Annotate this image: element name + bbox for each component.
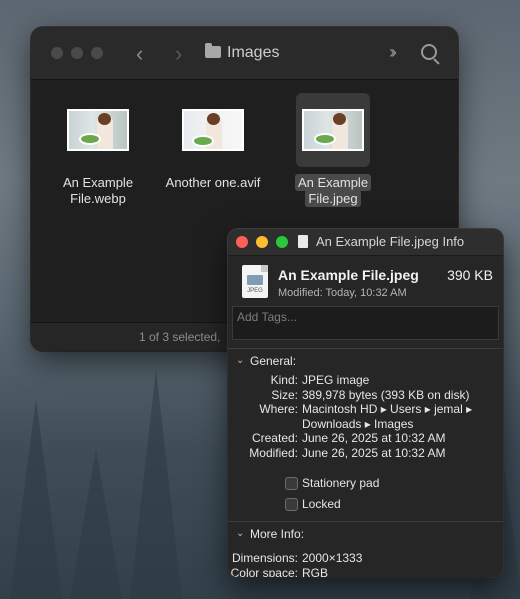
file-name: An Example File.jpeg [278,174,388,207]
forward-chevron-icon[interactable]: › [175,41,182,67]
more-info-section: ⌄ More Info: Dimensions: 2000×1333 Color … [228,521,503,577]
info-window-title: An Example File.jpeg Info [316,234,465,249]
file-name: Another one.avif [165,175,261,190]
info-titlebar: An Example File.jpeg Info [228,229,503,256]
file-item[interactable]: Another one.avif [158,93,268,191]
zoom-button[interactable] [91,47,103,59]
file-size: 390 KB [447,267,493,283]
locked-checkbox[interactable]: Locked [228,495,503,516]
tags-input[interactable] [233,307,498,339]
general-section: ⌄ General: Kind: JPEG image Size: 389,978 … [228,348,503,521]
document-icon [298,235,308,248]
selection-status: 1 of 3 selected, [139,330,221,344]
file-name: An Example File.jpeg [278,267,419,283]
search-icon[interactable] [421,44,437,60]
close-button[interactable] [51,47,63,59]
finder-title: Images [227,44,280,61]
jpeg-document-icon: JPEG [242,265,268,298]
where-row-continued: Downloads ▸ Images [302,416,414,431]
file-thumbnail [61,93,135,167]
file-name: An Example File.webp [62,175,134,206]
file-thumbnail [296,93,370,167]
colorspace-row: Color space: RGB [230,565,329,578]
general-disclosure[interactable]: ⌄ General: [228,349,503,373]
background-tree [10,399,62,599]
file-thumbnail [176,93,250,167]
info-header: JPEG An Example File.jpeg 390 KB Modifie… [228,256,503,306]
file-item-selected[interactable]: An Example File.jpeg [278,93,388,207]
where-row: Where: Macintosh HD ▸ Users ▸ jemal ▸ [259,402,473,416]
folder-icon [205,43,221,58]
minimize-button[interactable] [256,236,268,248]
stationery-pad-checkbox[interactable]: Stationery pad [228,474,503,495]
minimize-button[interactable] [71,47,83,59]
more-info-disclosure[interactable]: ⌄ More Info: [228,522,503,546]
back-chevron-icon[interactable]: ‹ [136,41,143,67]
info-window: An Example File.jpeg Info JPEG An Exampl… [228,229,503,577]
chevron-down-icon[interactable]: ⌄ [236,528,244,539]
close-button[interactable] [236,236,248,248]
checkbox[interactable] [285,498,298,511]
created-row: Created: June 26, 2025 at 10:32 AM [251,431,446,445]
kind-row: Kind: JPEG image [270,373,370,387]
tags-field[interactable] [232,306,499,340]
toolbar-overflow-icon[interactable]: ›› [389,42,397,63]
background-tree [130,369,182,599]
file-item[interactable]: An Example File.webp [43,93,153,207]
modified-row: Modified: June 26, 2025 at 10:32 AM [249,445,446,460]
finder-toolbar: ‹ › Images ›› [31,27,458,80]
chevron-down-icon[interactable]: ⌄ [236,355,244,366]
size-row: Size: 389,978 bytes (393 KB on disk) [271,387,470,402]
checkbox[interactable] [285,477,298,490]
modified-summary: Modified: Today, 10:32 AM [278,287,407,299]
zoom-button[interactable] [276,236,288,248]
background-tree [70,449,122,599]
dimensions-row: Dimensions: 2000×1333 [231,551,363,565]
